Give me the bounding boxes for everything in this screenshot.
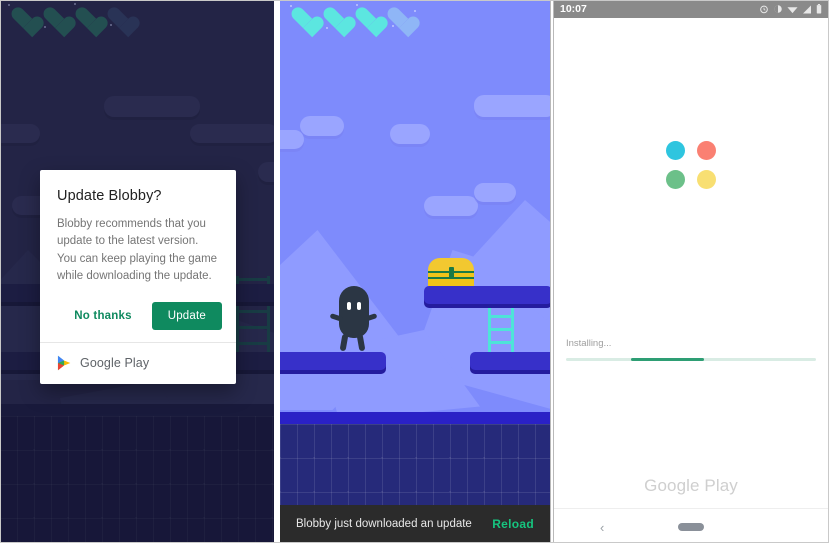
dialog-actions: No thanks Update — [40, 290, 236, 342]
snackbar-message: Blobby just downloaded an update — [296, 518, 472, 530]
google-play-logo-icon — [57, 355, 71, 371]
signal-icon — [803, 5, 811, 13]
dialog-message: Blobby recommends that you update to the… — [57, 218, 218, 283]
panel-play-installing: 10:07 Installing... Google Play ‹ — [554, 0, 828, 543]
home-pill-icon[interactable] — [678, 523, 704, 531]
heart-icon — [354, 6, 380, 30]
google-play-wordmark: Google Play — [644, 476, 738, 495]
google-play-four-dots-icon — [554, 136, 828, 194]
dialog-footer-brand: Google Play — [40, 341, 236, 384]
dialog-title: Update Blobby? — [57, 188, 162, 204]
chevron-left-icon[interactable]: ‹ — [600, 520, 604, 535]
update-snackbar: Blobby just downloaded an update Reload — [280, 505, 550, 543]
android-navigation-bar: ‹ — [554, 508, 828, 543]
play-footer: Google Play — [554, 476, 828, 496]
progress-bar — [631, 358, 704, 361]
no-thanks-button[interactable]: No thanks — [64, 304, 141, 328]
dialog-body: Update Blobby? Blobby recommends that yo… — [40, 170, 236, 290]
install-status-label: Installing... — [566, 338, 612, 349]
dot-cyan — [666, 141, 685, 160]
status-icons — [759, 4, 822, 14]
game-platform — [470, 352, 550, 370]
dot-yellow — [697, 170, 716, 189]
cloud-platform — [280, 130, 304, 149]
cloud-platform — [474, 183, 516, 202]
status-clock: 10:07 — [560, 3, 587, 15]
battery-icon — [816, 4, 822, 14]
game-platform — [424, 286, 550, 304]
heart-icon — [290, 6, 316, 30]
update-dialog: Update Blobby? Blobby recommends that yo… — [40, 170, 236, 384]
wifi-icon — [787, 6, 798, 13]
install-progress: Installing... — [566, 338, 816, 361]
dot-red — [697, 141, 716, 160]
cloud-platform — [474, 95, 550, 117]
status-bar: 10:07 — [554, 0, 828, 18]
cloud-platform — [390, 124, 430, 144]
cloud-platform — [300, 116, 344, 136]
alarm-icon — [760, 5, 768, 14]
panel-game-snackbar: Blobby just downloaded an update Reload — [280, 0, 550, 543]
cloud-platform — [424, 196, 478, 216]
game-scene — [280, 0, 550, 543]
panel-update-dialog: Update Blobby? Blobby recommends that yo… — [0, 0, 274, 543]
heart-icon-empty — [386, 6, 412, 30]
treasure-chest-icon — [428, 258, 474, 288]
progress-track — [566, 358, 816, 361]
reload-button[interactable]: Reload — [492, 517, 534, 531]
ground-lip — [280, 412, 550, 424]
do-not-disturb-icon — [774, 5, 782, 13]
update-button[interactable]: Update — [151, 301, 222, 330]
dot-green — [666, 170, 685, 189]
blob-character-icon — [329, 286, 378, 352]
game-platform — [280, 352, 386, 370]
google-play-wordmark: Google Play — [80, 355, 150, 370]
screenshot-stage: Update Blobby? Blobby recommends that yo… — [0, 0, 829, 543]
